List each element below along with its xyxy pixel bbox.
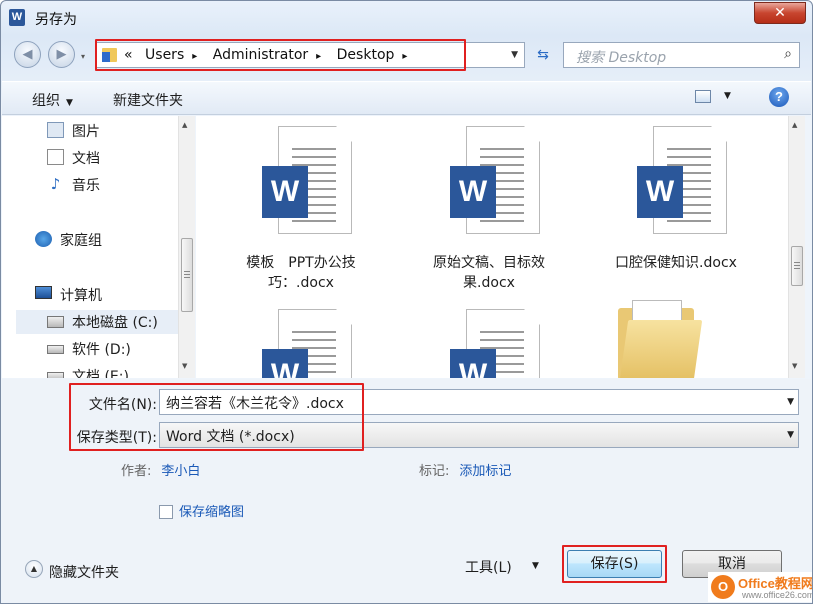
homegroup-icon bbox=[35, 231, 52, 247]
documents-icon bbox=[47, 149, 64, 165]
music-icon: ♪ bbox=[50, 175, 61, 193]
save-as-dialog: W 另存为 ✕ ◀ ▶ ▾ « Users ▸ Administrator ▸ De… bbox=[0, 0, 813, 604]
chevron-up-icon[interactable]: ▲ bbox=[25, 560, 43, 578]
file-list: W 模板 PPT办公技 巧：.docx W 原始文稿、目标效 果.docx W 口腔… bbox=[196, 116, 788, 378]
file-item[interactable]: W bbox=[414, 299, 564, 378]
nav-item-label: 计算机 bbox=[60, 288, 102, 304]
search-input[interactable]: 搜索 Desktop ⌕ bbox=[563, 42, 800, 68]
search-icon[interactable]: ⌕ bbox=[784, 46, 792, 62]
hide-folders-button[interactable]: 隐藏文件夹 bbox=[49, 562, 119, 582]
nav-item-local-disk-c[interactable]: 本地磁盘 (C:) bbox=[16, 310, 182, 334]
nav-item-label: 音乐 bbox=[72, 178, 100, 194]
nav-item-homegroup[interactable]: 家庭组 bbox=[35, 228, 185, 252]
file-item[interactable]: W 原始文稿、目标效 果.docx bbox=[414, 116, 564, 306]
close-button[interactable]: ✕ bbox=[754, 2, 806, 24]
scroll-grip bbox=[794, 268, 800, 269]
file-name: 口腔保健知识.docx bbox=[615, 255, 737, 271]
address-dropdown-icon[interactable]: ▼ bbox=[511, 50, 518, 60]
folder-item[interactable] bbox=[601, 294, 751, 378]
local-disk-icon bbox=[47, 316, 64, 328]
scroll-down-icon[interactable]: ▼ bbox=[182, 362, 187, 370]
computer-icon bbox=[35, 286, 52, 299]
filename-highlight-box bbox=[69, 383, 364, 451]
scroll-thumb[interactable] bbox=[791, 246, 803, 286]
word-document-icon: W bbox=[262, 126, 352, 236]
scroll-grip bbox=[184, 271, 190, 272]
new-folder-button[interactable]: 新建文件夹 bbox=[113, 90, 183, 110]
nav-item-label: 本地磁盘 (C:) bbox=[72, 315, 158, 331]
organize-label: 组织 bbox=[32, 93, 60, 109]
view-options-icon[interactable] bbox=[695, 90, 711, 103]
back-button[interactable]: ◀ bbox=[14, 41, 41, 68]
word-document-icon: W bbox=[450, 126, 540, 236]
save-thumbnail-checkbox[interactable] bbox=[159, 505, 173, 519]
scroll-grip bbox=[184, 274, 190, 275]
command-bar: 组织 ▼ 新建文件夹 ▼ ? bbox=[2, 81, 811, 115]
forward-button[interactable]: ▶ bbox=[48, 41, 75, 68]
scroll-grip bbox=[794, 262, 800, 263]
folder-icon bbox=[618, 300, 708, 378]
nav-item-pictures[interactable]: 图片 bbox=[47, 119, 187, 143]
word-document-icon: W bbox=[637, 126, 727, 236]
scroll-thumb[interactable] bbox=[181, 238, 193, 312]
scroll-grip bbox=[794, 265, 800, 266]
nav-item-drive-e[interactable]: 文档 (E:) bbox=[47, 364, 187, 378]
scroll-down-icon[interactable]: ▼ bbox=[792, 362, 797, 370]
address-highlight-box bbox=[95, 39, 466, 71]
tags-label: 标记: bbox=[419, 464, 450, 479]
tools-button[interactable]: 工具(L) bbox=[465, 557, 512, 577]
pictures-icon bbox=[47, 122, 64, 138]
title-bar: W 另存为 ✕ bbox=[1, 1, 812, 33]
nav-item-drive-d[interactable]: 软件 (D:) bbox=[47, 337, 187, 361]
word-document-icon: W bbox=[450, 309, 540, 378]
tags-field: 标记: 添加标记 bbox=[419, 460, 511, 479]
file-name: 原始文稿、目标效 果.docx bbox=[433, 255, 545, 291]
save-thumbnail-label[interactable]: 保存缩略图 bbox=[179, 501, 244, 520]
author-value[interactable]: 李小白 bbox=[161, 464, 200, 479]
chevron-down-icon: ▼ bbox=[66, 98, 73, 108]
scroll-grip bbox=[184, 277, 190, 278]
word-app-icon: W bbox=[9, 9, 25, 26]
watermark-url: www.office26.com bbox=[742, 590, 813, 600]
nav-item-label: 文档 (E:) bbox=[72, 369, 129, 378]
nav-item-label: 图片 bbox=[72, 124, 100, 140]
recent-locations-dropdown[interactable]: ▾ bbox=[81, 52, 85, 61]
word-document-icon: W bbox=[262, 309, 352, 378]
scroll-up-icon[interactable]: ▲ bbox=[792, 121, 797, 129]
help-icon[interactable]: ? bbox=[769, 87, 789, 107]
nav-pane-scrollbar[interactable]: ▲ ▼ bbox=[178, 116, 195, 378]
window-title: 另存为 bbox=[35, 12, 77, 28]
scroll-up-icon[interactable]: ▲ bbox=[182, 121, 187, 129]
save-highlight-box bbox=[562, 545, 667, 583]
tags-value[interactable]: 添加标记 bbox=[459, 464, 511, 479]
filetype-dropdown-icon[interactable]: ▼ bbox=[787, 430, 794, 440]
refresh-button[interactable]: ⇆ bbox=[531, 44, 555, 66]
tools-dropdown-icon[interactable]: ▼ bbox=[532, 561, 539, 571]
file-list-scrollbar[interactable]: ▲ ▼ bbox=[788, 116, 805, 378]
watermark: O Office教程网 www.office26.com bbox=[708, 572, 812, 602]
nav-item-computer[interactable]: 计算机 bbox=[35, 283, 185, 307]
file-item[interactable]: W 口腔保健知识.docx bbox=[601, 116, 751, 306]
nav-item-label: 家庭组 bbox=[60, 233, 102, 249]
office-logo-icon: O bbox=[711, 575, 735, 599]
nav-item-documents[interactable]: 文档 bbox=[47, 146, 187, 170]
drive-icon bbox=[47, 372, 64, 378]
file-name: 模板 PPT办公技 巧：.docx bbox=[246, 255, 356, 291]
organize-button[interactable]: 组织 ▼ bbox=[32, 90, 73, 110]
file-item[interactable]: W bbox=[226, 299, 376, 378]
nav-item-music[interactable]: ♪ 音乐 bbox=[47, 173, 187, 197]
navigation-pane: 图片 文档 ♪ 音乐 家庭组 计算机 本地磁盘 (C:) 软件 (D:) 文档 bbox=[2, 116, 195, 378]
nav-item-label: 文档 bbox=[72, 151, 100, 167]
filename-dropdown-icon[interactable]: ▼ bbox=[787, 397, 794, 407]
drive-icon bbox=[47, 345, 64, 354]
author-label: 作者: bbox=[121, 464, 152, 479]
author-field: 作者: 李小白 bbox=[121, 460, 200, 479]
nav-item-label: 软件 (D:) bbox=[72, 342, 131, 358]
search-placeholder: 搜索 Desktop bbox=[576, 50, 667, 66]
view-dropdown-icon[interactable]: ▼ bbox=[724, 91, 731, 101]
file-item[interactable]: W 模板 PPT办公技 巧：.docx bbox=[226, 116, 376, 306]
